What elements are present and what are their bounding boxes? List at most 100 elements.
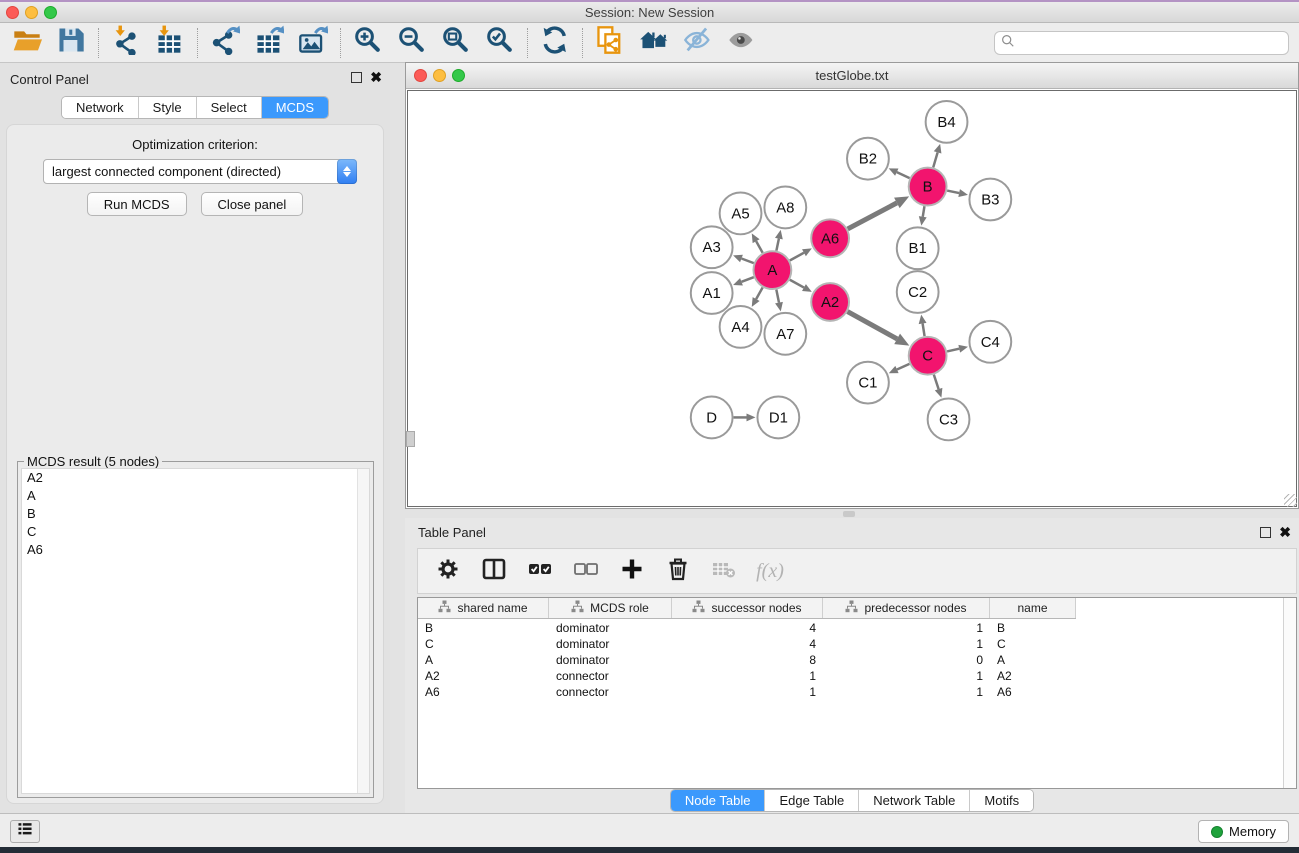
graph-edge-C-C2[interactable] [923,323,925,336]
graph-node-C4[interactable]: C4 [969,321,1011,363]
graph-node-C1[interactable]: C1 [847,362,889,404]
graph-edge-C-C4[interactable] [947,349,959,352]
memory-button[interactable]: Memory [1198,820,1289,843]
tab-select[interactable]: Select [197,97,262,118]
add-column-button[interactable] [616,554,648,588]
delete-selected-button[interactable] [662,554,694,588]
show-all-button[interactable] [723,26,761,60]
graph-edge-A-A7[interactable] [776,290,779,303]
graph-edge-B-B2[interactable] [897,172,910,178]
graph-node-C3[interactable]: C3 [928,399,970,441]
close-panel-button[interactable]: Close panel [201,192,304,216]
column-header-MCDS-role[interactable]: MCDS role [549,598,672,618]
zoom-out-button[interactable] [393,26,431,60]
export-table-button[interactable] [250,26,288,60]
export-network-button[interactable] [206,26,244,60]
graph-edge-B-B3[interactable] [947,191,959,193]
graph-node-A6[interactable]: A6 [811,219,849,257]
graph-edge-A-A1[interactable] [741,277,753,282]
tab-network[interactable]: Network [62,97,139,118]
graph-node-C2[interactable]: C2 [897,271,939,313]
mcds-result-item[interactable]: A6 [22,541,369,559]
table-row[interactable]: Bdominator41B [418,620,1283,636]
graph-node-A[interactable]: A [753,251,791,289]
graph-node-D[interactable]: D [691,397,733,439]
graph-node-B[interactable]: B [909,168,947,206]
graph-node-C[interactable]: C [909,337,947,375]
search-input[interactable] [1019,36,1282,51]
table-row[interactable]: A6connector11A6 [418,684,1283,700]
column-header-name[interactable]: name [990,598,1076,618]
graph-node-A1[interactable]: A1 [691,272,733,314]
graph-node-B2[interactable]: B2 [847,138,889,180]
graph-edge-C-C3[interactable] [934,375,939,390]
graph-edge-B-B4[interactable] [933,152,937,167]
zoom-fit-button[interactable] [437,26,475,60]
graph-node-A8[interactable]: A8 [764,187,806,229]
graph-node-B3[interactable]: B3 [969,179,1011,221]
table-row[interactable]: Cdominator41C [418,636,1283,652]
select-all-button[interactable] [524,554,556,588]
minimize-window-button[interactable] [25,6,38,19]
mcds-result-item[interactable]: A2 [22,469,369,487]
graph-edge-A6-B[interactable] [848,203,897,229]
window-resize-grip[interactable] [1284,494,1297,507]
float-table-panel-icon[interactable] [1260,527,1271,538]
import-table-button[interactable] [151,26,189,60]
zoom-in-button[interactable] [349,26,387,60]
tab-node-table[interactable]: Node Table [671,790,766,811]
graph-edge-A-A5[interactable] [756,241,763,253]
column-header-predecessor-nodes[interactable]: predecessor nodes [823,598,990,618]
network-canvas[interactable]: B4B2BB3A8A5A6A3B1AA1C2A2A4A7C4CC1C3DD1 [407,90,1297,507]
save-session-button[interactable] [52,26,90,60]
tab-motifs[interactable]: Motifs [970,790,1033,811]
birds-eye-view-handle[interactable] [406,431,415,447]
tab-edge-table[interactable]: Edge Table [765,790,859,811]
graph-node-D1[interactable]: D1 [757,397,799,439]
search-field[interactable] [994,31,1289,55]
open-file-button[interactable] [8,26,46,60]
mcds-result-item[interactable]: B [22,505,369,523]
run-mcds-button[interactable]: Run MCDS [87,192,187,216]
float-panel-icon[interactable] [351,72,362,83]
graph-edge-A-A2[interactable] [790,280,804,288]
export-image-button[interactable] [294,26,332,60]
mcds-result-item[interactable]: A [22,487,369,505]
graph-node-A2[interactable]: A2 [811,283,849,321]
network-minimize-button[interactable] [433,69,446,82]
graph-edge-A-A8[interactable] [776,239,778,251]
graph-node-A7[interactable]: A7 [764,313,806,355]
graph-edge-A-A6[interactable] [790,253,804,261]
close-window-button[interactable] [6,6,19,19]
tab-mcds[interactable]: MCDS [262,97,328,118]
graph-node-A3[interactable]: A3 [691,226,733,268]
table-scrollbar[interactable] [1283,598,1296,788]
network-zoom-button[interactable] [452,69,465,82]
graph-node-A5[interactable]: A5 [720,193,762,235]
optimization-criterion-select[interactable]: largest connected component (directed) [43,159,357,184]
graph-edge-A2-C[interactable] [848,312,898,339]
close-table-panel-icon[interactable]: ✖ [1279,527,1291,538]
home-button[interactable] [635,26,673,60]
deselect-all-button[interactable] [570,554,602,588]
panel-split-handle[interactable] [843,511,855,517]
graph-edge-A-A4[interactable] [756,287,763,299]
zoom-window-button[interactable] [44,6,57,19]
table-row[interactable]: Adominator80A [418,652,1283,668]
zoom-selected-button[interactable] [481,26,519,60]
settings-button[interactable] [432,554,464,588]
graph-edge-C-C1[interactable] [897,364,910,370]
close-panel-icon[interactable]: ✖ [370,72,382,83]
graph-node-B4[interactable]: B4 [926,101,968,143]
tab-style[interactable]: Style [139,97,197,118]
graph-edge-B-B1[interactable] [923,206,925,217]
mcds-result-item[interactable]: C [22,523,369,541]
import-network-button[interactable] [107,26,145,60]
graph-node-B1[interactable]: B1 [897,227,939,269]
split-panel-button[interactable] [478,554,510,588]
graph-edge-A-A3[interactable] [741,258,753,263]
hide-selected-button[interactable] [679,26,717,60]
new-network-from-selection-button[interactable] [591,26,629,60]
network-close-button[interactable] [414,69,427,82]
tab-network-table[interactable]: Network Table [859,790,970,811]
